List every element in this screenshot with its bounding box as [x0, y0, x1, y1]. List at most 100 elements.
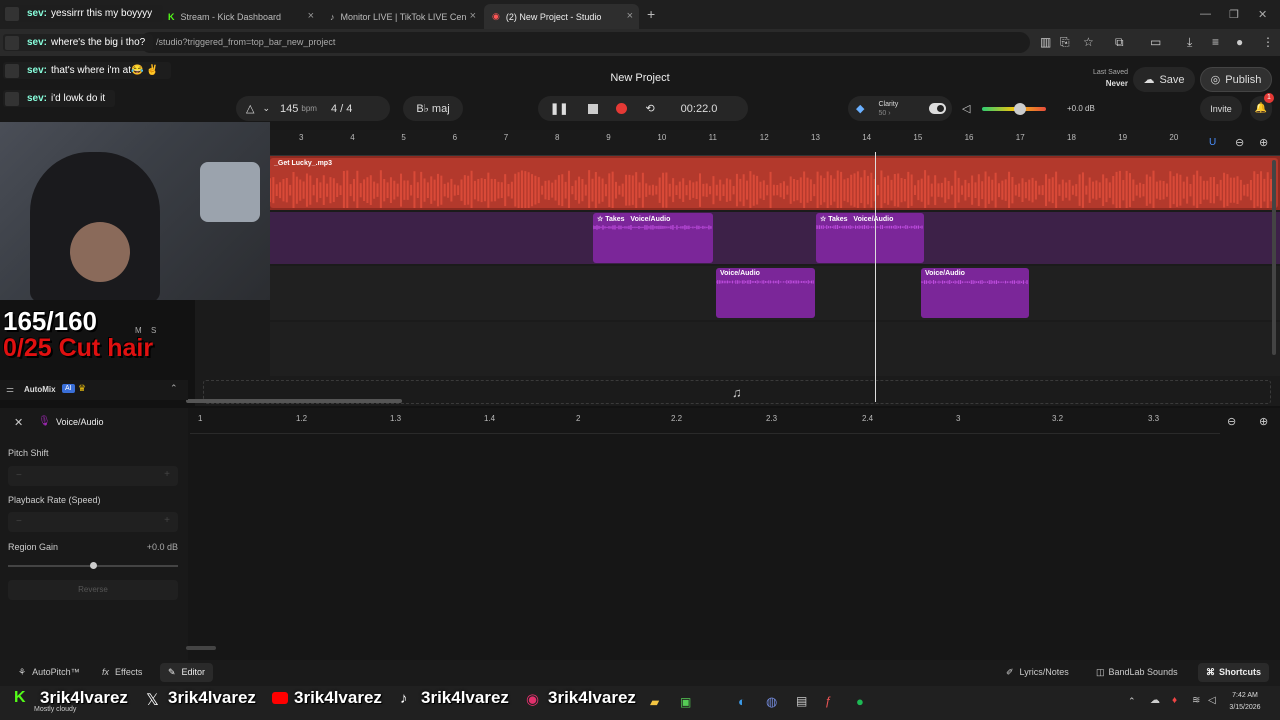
save-button[interactable]: ☁ Save	[1133, 67, 1195, 92]
discord-icon[interactable]: ◍	[766, 694, 777, 710]
loop-icon[interactable]: ⟲	[645, 102, 654, 115]
metronome-icon[interactable]: △	[246, 102, 254, 115]
profile-icon[interactable]: ●	[1236, 35, 1243, 49]
url-field[interactable]: /studio?triggered_from=top_bar_new_proje…	[140, 32, 1030, 53]
playhead[interactable]	[875, 152, 876, 402]
zoom-out-icon[interactable]: ⊖	[1235, 136, 1244, 149]
takes-region-1[interactable]: ☆ Takes Voice/Audio	[593, 213, 713, 263]
region-gain-knob[interactable]	[90, 562, 97, 569]
voice-region-1[interactable]: Voice/Audio	[716, 268, 815, 318]
close-icon[interactable]: ×	[308, 10, 314, 22]
voice-region-2[interactable]: Voice/Audio	[921, 268, 1029, 318]
avatar	[5, 63, 19, 78]
editor-ruler-label: 1.2	[296, 414, 308, 423]
extensions-icon[interactable]: ⧉	[1115, 35, 1124, 50]
editor-ruler-label: 1.4	[484, 414, 496, 423]
spotify-icon[interactable]: ●	[856, 694, 864, 709]
tiktok-icon: ♪	[330, 11, 335, 22]
minus-icon[interactable]: −	[16, 470, 22, 481]
kick-icon: K	[168, 11, 175, 22]
zoom-in-icon[interactable]: ⊕	[1259, 136, 1268, 149]
vertical-scrollbar[interactable]	[1272, 160, 1276, 355]
editor-zoom-out-icon[interactable]: ⊖	[1227, 415, 1236, 428]
goal-text: 0/25 Cut hair	[3, 334, 154, 362]
minus-icon[interactable]: −	[16, 516, 22, 527]
timeline-ruler[interactable]: 3 4 5 6 7 8 9 10 11 12 13 14 15 16 17 18 19 20	[270, 130, 1280, 156]
volume-tray-icon[interactable]: ◁	[1208, 695, 1216, 706]
region-gain-slider[interactable]	[8, 562, 178, 569]
download-icon[interactable]: ⤓	[1187, 35, 1192, 50]
cast-icon[interactable]: ⎘	[1060, 35, 1070, 50]
magnet-icon[interactable]: U	[1209, 137, 1216, 148]
app-icon[interactable]: ▤	[796, 694, 807, 708]
pen-icon: ✐	[1006, 667, 1014, 677]
tempo-controls[interactable]: △ ⌄ 145 bpm 4 / 4	[236, 96, 390, 121]
editor-zoom-in-icon[interactable]: ⊕	[1259, 415, 1268, 428]
plus-icon[interactable]: +	[164, 515, 170, 526]
invite-button[interactable]: Invite	[1200, 96, 1242, 121]
speaker-icon[interactable]: ◁	[962, 102, 970, 115]
edge-icon[interactable]: ◐	[738, 694, 746, 709]
time-signature[interactable]: 4 / 4	[331, 103, 352, 115]
wifi-icon[interactable]: ≋	[1192, 695, 1200, 706]
lyrics-tab[interactable]: ✐ Lyrics/Notes	[1006, 667, 1069, 678]
clock-time[interactable]: 7:42 AM	[1225, 692, 1265, 699]
close-icon[interactable]: ×	[627, 10, 633, 22]
key-button[interactable]: B♭ maj	[403, 96, 463, 121]
url-text: /studio?triggered_from=top_bar_new_proje…	[156, 37, 336, 47]
folder-icon[interactable]: ▰	[650, 695, 659, 709]
playback-rate-stepper[interactable]: − +	[8, 512, 178, 532]
editor-ruler[interactable]: 1 1.2 1.3 1.4 2 2.2 2.3 2.4 3 3.2 3.3	[190, 408, 1220, 434]
tab-studio[interactable]: ◉ (2) New Project - Studio ×	[484, 4, 639, 29]
toggle-switch[interactable]	[929, 103, 946, 114]
new-tab-icon[interactable]: +	[647, 6, 655, 22]
editor-scrollbar[interactable]	[186, 646, 216, 650]
tray-chevron-icon[interactable]: ⌃	[1128, 696, 1136, 707]
close-editor-icon[interactable]: ✕	[14, 416, 23, 429]
clock-date[interactable]: 3/15/2026	[1225, 704, 1265, 711]
mic-tray-icon[interactable]: ♦	[1172, 695, 1177, 706]
shortcuts-button[interactable]: ⌘ Shortcuts	[1198, 663, 1270, 682]
horizontal-scrollbar[interactable]	[186, 399, 402, 403]
plus-icon[interactable]: +	[164, 469, 170, 480]
bookmark-star-icon[interactable]: ☆	[1083, 35, 1094, 49]
pitch-shift-stepper[interactable]: − +	[8, 466, 178, 486]
reader-icon[interactable]: ▥	[1040, 35, 1051, 49]
cloud-icon[interactable]: ☁	[1150, 695, 1160, 706]
restore-icon[interactable]: ❐	[1229, 8, 1239, 21]
takes-region-2[interactable]: ☆ Takes Voice/Audio	[816, 213, 924, 263]
automix-label[interactable]: AutoMix	[24, 385, 56, 394]
audio-region-get-lucky[interactable]: _Get Lucky_.mp3	[270, 158, 1278, 208]
bandlab-sounds-tab[interactable]: ◫ BandLab Sounds	[1096, 667, 1178, 678]
ruler-bar-number: 14	[862, 133, 872, 142]
menu-list-icon[interactable]: ≡	[1212, 35, 1219, 49]
tf-icon[interactable]: ƒ	[825, 694, 832, 708]
tab-kick-dashboard[interactable]: K Stream - Kick Dashboard ×	[160, 4, 320, 29]
record-icon[interactable]	[616, 103, 628, 114]
close-icon[interactable]: ×	[470, 10, 476, 22]
effects-tab[interactable]: fx Effects	[102, 667, 142, 677]
tab-tiktok-live[interactable]: ♪ Monitor LIVE | TikTok LIVE Cen ×	[322, 4, 482, 29]
notifications-button[interactable]: 🔔 1	[1250, 93, 1274, 121]
clarity-toggle[interactable]: ◆ Clarity 50 ›	[848, 96, 952, 121]
editor-ruler-label: 1.3	[390, 414, 402, 423]
chevron-up-icon[interactable]: ⌃	[170, 383, 178, 394]
minimize-icon[interactable]: —	[1200, 8, 1211, 20]
chevron-down-icon[interactable]: ⌄	[262, 103, 270, 114]
reverse-button[interactable]: Reverse	[8, 580, 178, 600]
editor-ruler-label: 1	[198, 414, 203, 423]
add-music-icon[interactable]: ♫	[732, 385, 742, 400]
close-window-icon[interactable]: ✕	[1258, 8, 1267, 21]
sidebar-icon[interactable]: ▭	[1150, 35, 1161, 49]
pause-icon[interactable]: ❚❚	[550, 102, 568, 115]
ruler-bar-number: 7	[503, 133, 509, 142]
autopitch-tab[interactable]: ⚘ AutoPitch™	[18, 667, 80, 678]
minecraft-icon[interactable]: ▣	[680, 695, 691, 709]
volume-knob[interactable]	[1014, 103, 1027, 115]
stop-icon[interactable]	[588, 103, 599, 114]
publish-button[interactable]: ◎ Publish	[1200, 67, 1272, 92]
tempo-value[interactable]: 145	[280, 103, 298, 115]
more-icon[interactable]: ⋮	[1262, 35, 1274, 49]
volume-slider[interactable]	[982, 103, 1046, 115]
editor-tab[interactable]: ✎ Editor	[160, 663, 214, 682]
